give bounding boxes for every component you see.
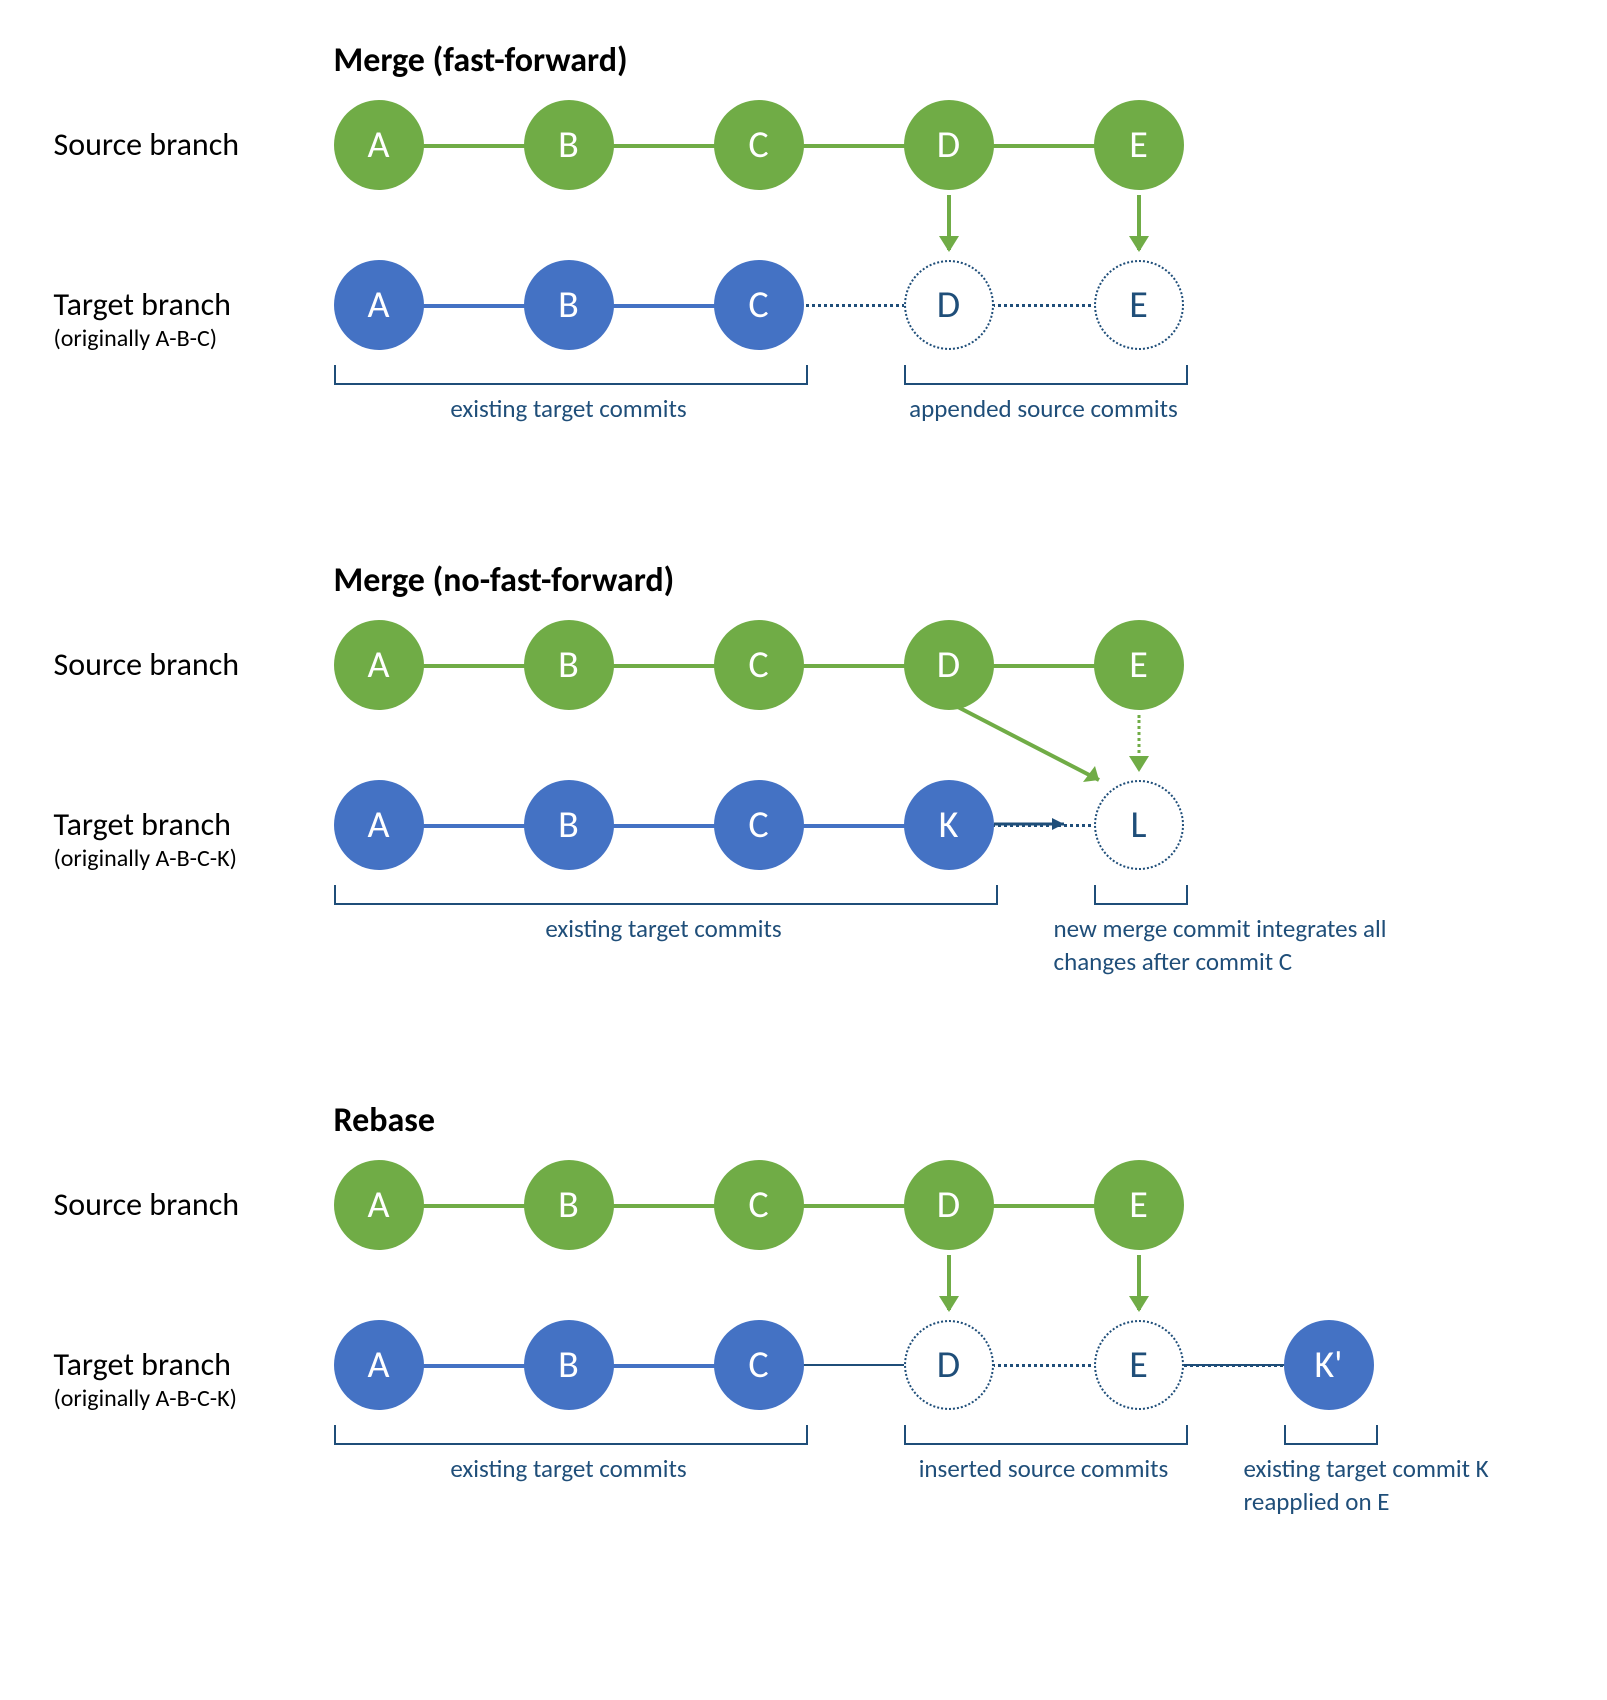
tgt2-a: A <box>334 780 424 870</box>
target-branch-label: Target branch (originally A-B-C) <box>54 285 231 353</box>
section-rebase: Rebase Source branch A B C D E Target br… <box>54 1100 1554 1560</box>
src3-a: A <box>334 1160 424 1250</box>
target-branch-label-2: Target branch (originally A-B-C-K) <box>54 805 237 873</box>
bracket-existing-2-label: existing target commits <box>334 913 994 946</box>
src2-b: B <box>524 620 614 710</box>
bracket-inserted <box>904 1425 1188 1445</box>
section-fast-forward: Merge (fast-forward) Source branch A B C… <box>54 40 1554 460</box>
src-node-e: E <box>1094 100 1184 190</box>
bracket-reapplied <box>1284 1425 1378 1445</box>
tgt-node-a: A <box>334 260 424 350</box>
target-line-solid-2 <box>379 824 949 828</box>
git-merge-rebase-diagram: Merge (fast-forward) Source branch A B C… <box>54 40 1554 1560</box>
tgt-node-d-dashed: D <box>904 260 994 350</box>
tgt3-d-dashed: D <box>904 1320 994 1410</box>
src-node-c: C <box>714 100 804 190</box>
tgt2-k: K <box>904 780 994 870</box>
source-branch-label: Source branch <box>54 125 240 164</box>
title-noff: Merge (no-fast-forward) <box>334 560 675 601</box>
src2-a: A <box>334 620 424 710</box>
tgt-node-b: B <box>524 260 614 350</box>
title-ff: Merge (fast-forward) <box>334 40 628 81</box>
bracket-existing-3-label: existing target commits <box>334 1453 804 1486</box>
bracket-existing-label: existing target commits <box>334 393 804 426</box>
title-rebase: Rebase <box>334 1100 435 1141</box>
src3-e: E <box>1094 1160 1184 1250</box>
source-branch-label-3: Source branch <box>54 1185 240 1224</box>
src3-c: C <box>714 1160 804 1250</box>
tgt3-c: C <box>714 1320 804 1410</box>
bracket-appended-label: appended source commits <box>854 393 1234 426</box>
tgt3-a: A <box>334 1320 424 1410</box>
tgt3-b: B <box>524 1320 614 1410</box>
bracket-inserted-label: inserted source commits <box>874 1453 1214 1486</box>
src3-d: D <box>904 1160 994 1250</box>
src-node-b: B <box>524 100 614 190</box>
tgt3-kprime: K' <box>1284 1320 1374 1410</box>
src2-d: D <box>904 620 994 710</box>
target-branch-label-3: Target branch (originally A-B-C-K) <box>54 1345 237 1413</box>
src3-b: B <box>524 1160 614 1250</box>
source-branch-label-2: Source branch <box>54 645 240 684</box>
arrow-k-l <box>994 808 1104 840</box>
tgt2-c: C <box>714 780 804 870</box>
src2-e: E <box>1094 620 1184 710</box>
src2-c: C <box>714 620 804 710</box>
bracket-reapplied-label: existing target commit K reapplied on E <box>1244 1453 1544 1518</box>
bracket-existing <box>334 365 808 385</box>
tgt2-l: L <box>1094 780 1184 870</box>
tgt-node-c: C <box>714 260 804 350</box>
src-node-a: A <box>334 100 424 190</box>
section-no-fast-forward: Merge (no-fast-forward) Source branch A … <box>54 560 1554 1000</box>
bracket-merge-commit-label: new merge commit integrates all changes … <box>1054 913 1394 978</box>
tgt-node-e-dashed: E <box>1094 260 1184 350</box>
bracket-merge-commit <box>1094 885 1188 905</box>
bracket-existing-3 <box>334 1425 808 1445</box>
bracket-appended <box>904 365 1188 385</box>
tgt2-b: B <box>524 780 614 870</box>
bracket-existing-2 <box>334 885 998 905</box>
src-node-d: D <box>904 100 994 190</box>
tgt3-e-dashed: E <box>1094 1320 1184 1410</box>
